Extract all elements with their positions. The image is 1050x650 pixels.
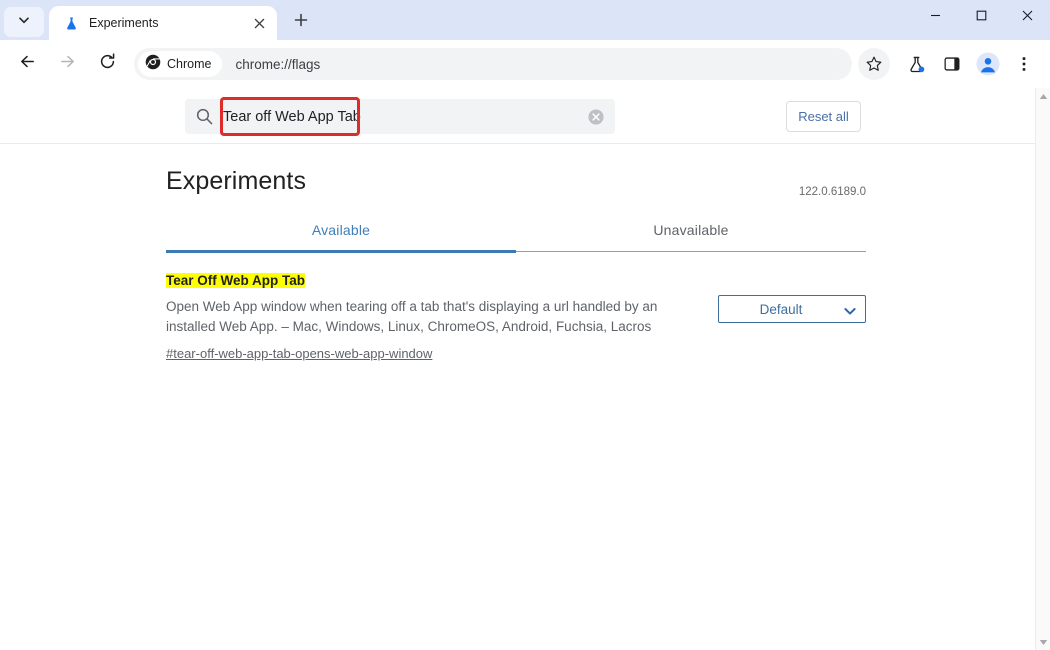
page-title: Experiments [166,167,307,195]
bookmark-star-icon[interactable] [858,48,890,80]
three-dot-menu-icon[interactable] [1008,48,1040,80]
experiments-flask-icon[interactable] [900,48,932,80]
search-input[interactable] [223,100,577,133]
close-icon[interactable] [249,13,269,33]
arrow-back-icon [18,52,37,76]
minimize-window-button[interactable] [912,0,958,34]
tab-available[interactable]: Available [166,222,516,251]
flags-search-bar: Reset all [0,88,1035,144]
close-icon [1022,8,1033,26]
forward-button[interactable] [50,47,84,81]
chrome-chip-label: Chrome [167,57,212,71]
flags-search-field[interactable] [185,99,615,134]
page-scrollbar[interactable] [1035,88,1050,650]
chrome-flags-page: Reset all Experiments 122.0.6189.0 Avail… [0,88,1050,650]
browser-toolbar: Chrome chrome://flags [0,40,1050,88]
profile-avatar-icon[interactable] [972,48,1004,80]
clear-circle-icon[interactable] [577,108,615,126]
address-bar-url: chrome://flags [235,56,321,72]
triangle-down-icon [1039,633,1048,650]
maximize-icon [976,8,987,26]
active-tab-underline [166,250,516,253]
window-controls [912,0,1050,40]
reset-all-button[interactable]: Reset all [786,101,861,132]
close-window-button[interactable] [1004,0,1050,34]
scrollbar-up-button[interactable] [1036,88,1050,104]
reload-icon [98,52,117,76]
chevron-down-icon [18,13,30,31]
experiment-title: Tear Off Web App Tab [166,273,306,288]
tab-unavailable[interactable]: Unavailable [516,222,866,251]
scrollbar-thumb[interactable] [1037,104,1049,524]
new-tab-button[interactable] [286,7,316,37]
chrome-origin-chip: Chrome [138,51,223,77]
plus-icon [294,13,308,32]
browser-window: Experiments Chrome chrome://flags Tear o… [0,0,1050,650]
tab-strip: Experiments [0,0,1050,40]
experiment-select-wrapper: Default [718,295,866,323]
address-bar[interactable]: Chrome chrome://flags [134,48,852,80]
flask-icon [63,15,79,31]
experiment-state-select[interactable]: Default [718,295,866,323]
side-panel-icon[interactable] [936,48,968,80]
scrollbar-down-button[interactable] [1036,634,1050,650]
reload-button[interactable] [90,47,124,81]
chrome-logo-icon [145,54,161,75]
minimize-icon [930,8,941,26]
maximize-window-button[interactable] [958,0,1004,34]
browser-tab[interactable]: Experiments [49,6,277,40]
triangle-up-icon [1039,87,1048,105]
tab-title: Experiments [89,16,159,30]
experiment-permalink[interactable]: #tear-off-web-app-tab-opens-web-app-wind… [166,346,432,361]
flags-content: Experiments 122.0.6189.0 Available Unava… [0,145,1035,650]
experiment-row: Tear Off Web App Tab Open Web App window… [166,271,866,363]
back-button[interactable] [10,47,44,81]
arrow-forward-icon [58,52,77,76]
experiment-description: Open Web App window when tearing off a t… [166,298,658,334]
tab-search-button[interactable] [4,7,44,37]
flags-tablist: Available Unavailable [166,222,866,253]
search-icon [185,107,223,126]
chrome-version-label: 122.0.6189.0 [798,186,866,198]
